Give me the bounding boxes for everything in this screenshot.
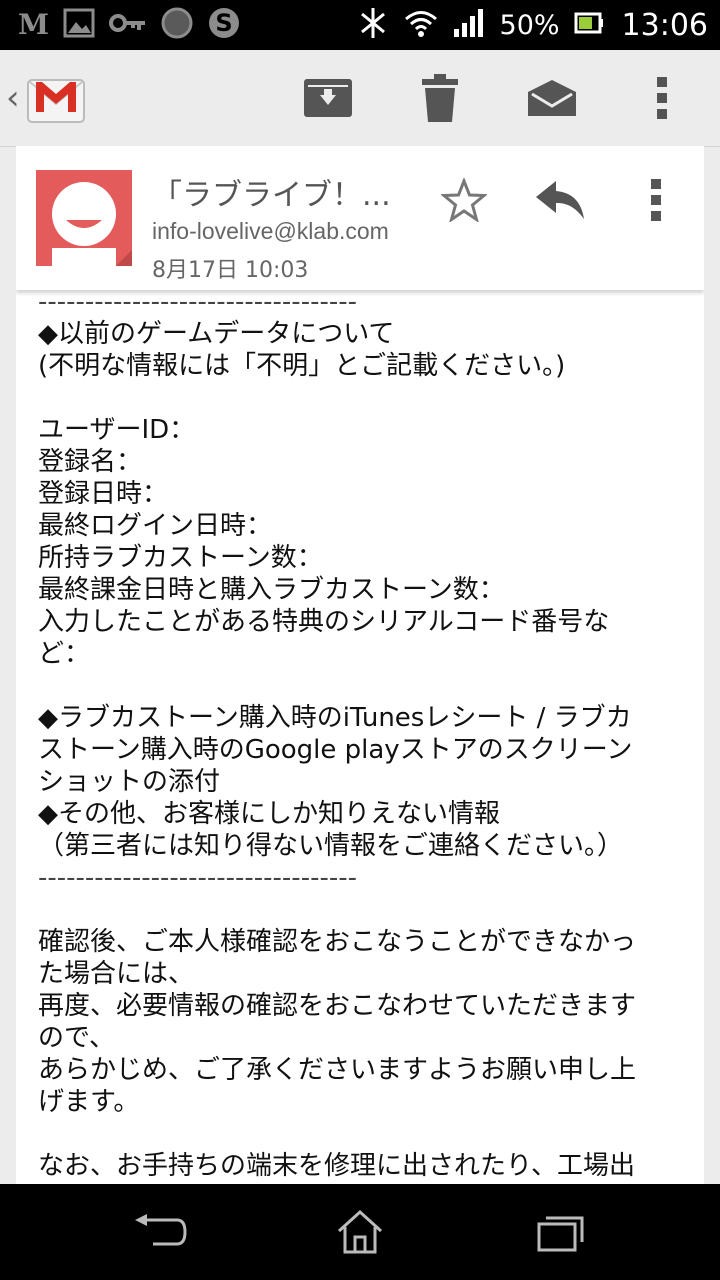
sender-avatar[interactable] <box>36 170 132 266</box>
bluetooth-icon <box>356 6 390 44</box>
body-line: 最終ログイン日時： <box>38 511 273 541</box>
recent-apps-button[interactable] <box>526 1202 596 1262</box>
clock: 13:06 <box>621 7 708 43</box>
mark-unread-icon <box>528 80 576 116</box>
status-bar: M S 50% 13:06 <box>0 0 720 50</box>
star-button[interactable] <box>436 172 492 228</box>
divider-line: ---------------------------------- <box>38 863 357 893</box>
message-card: 「ラブライブ！... info-lovelive@klab.com 8月17日 … <box>16 146 704 1184</box>
overflow-menu-icon <box>651 179 661 221</box>
body-line: 入力したことがある特典のシリアルコード番号な <box>38 607 610 637</box>
body-line: ストーン購入時のGoogle playストアのスクリーン <box>38 735 633 765</box>
body-line: なお、お手持ちの端末を修理に出されたり、工場出 <box>38 1151 635 1181</box>
message-body: ---------------------------------- ◆以前のゲー… <box>38 286 688 1182</box>
body-line: ◆その他、お客様にしか知りえない情報 <box>38 799 500 829</box>
star-icon <box>441 178 487 222</box>
body-line: (不明な情報には「不明」とご記載ください。) <box>38 351 566 381</box>
home-button[interactable] <box>325 1202 395 1262</box>
body-line: （第三者には知り得ない情報をご連絡ください。） <box>38 831 624 861</box>
body-line: ◆ラブカストーン購入時のiTunesレシート / ラブカ <box>38 703 632 733</box>
message-header: 「ラブライブ！... info-lovelive@klab.com 8月17日 … <box>16 146 704 290</box>
action-bar: ‹ <box>0 50 720 147</box>
svg-text:S: S <box>215 9 232 37</box>
body-line: 確認後、ご本人様確認をおこなうことができなかっ <box>38 927 637 957</box>
battery-icon <box>574 11 604 39</box>
sender-email[interactable]: info-lovelive@klab.com <box>152 218 389 245</box>
back-button[interactable] <box>124 1202 194 1262</box>
back-icon <box>135 1214 187 1246</box>
message-subject: 「ラブライブ！... <box>152 178 391 213</box>
message-overflow-button[interactable] <box>628 172 684 228</box>
message-date: 8月17日 10:03 <box>152 258 309 283</box>
s-icon: S <box>207 6 241 44</box>
body-line: 登録名： <box>38 447 143 477</box>
body-line: 最終課金日時と購入ラブカストーン数： <box>38 575 505 605</box>
up-chevron-icon[interactable]: ‹ <box>6 78 20 118</box>
body-line: あらかじめ、ご了承くださいますようお願い申し上 <box>38 1055 637 1085</box>
trash-icon <box>422 74 458 122</box>
body-line: ◆以前のゲームデータについて <box>38 319 395 349</box>
circle-icon <box>161 7 193 43</box>
image-icon <box>63 8 95 42</box>
key-icon <box>109 11 147 39</box>
body-line: た場合には、 <box>38 959 195 989</box>
body-line: ので、 <box>38 1023 115 1053</box>
reply-button[interactable] <box>532 172 588 228</box>
home-icon <box>337 1209 383 1254</box>
wifi-icon <box>404 8 438 42</box>
body-line: 所持ラブカストーン数： <box>38 543 323 573</box>
overflow-menu-icon <box>657 77 667 119</box>
m-icon: M <box>18 8 49 41</box>
body-line: げます。 <box>38 1087 140 1117</box>
divider-line: ---------------------------------- <box>38 287 357 317</box>
recent-apps-icon <box>537 1216 584 1252</box>
body-line: 登録日時： <box>38 479 169 509</box>
overflow-menu-button[interactable] <box>634 70 690 126</box>
body-line: ど： <box>38 639 91 669</box>
archive-icon <box>304 79 352 117</box>
signal-icon <box>452 7 486 43</box>
battery-percent: 50% <box>499 9 560 41</box>
body-line: ユーザーID： <box>38 415 196 445</box>
delete-button[interactable] <box>412 70 468 126</box>
gmail-logo[interactable] <box>26 68 86 126</box>
body-line: 再度、必要情報の確認をおこなわせていただきます <box>38 991 637 1021</box>
archive-button[interactable] <box>300 70 356 126</box>
reply-icon <box>536 181 584 219</box>
body-line: ショットの添付 <box>38 767 221 797</box>
mark-unread-button[interactable] <box>524 70 580 126</box>
navigation-bar <box>0 1184 720 1280</box>
